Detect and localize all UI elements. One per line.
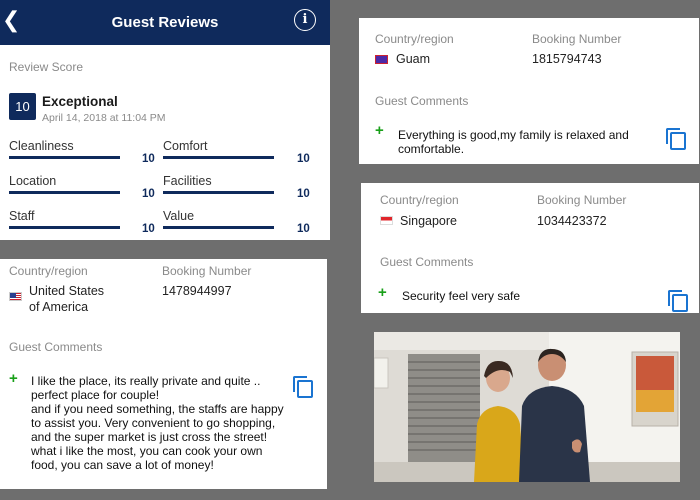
- country-value-line2: of America: [29, 300, 89, 314]
- booking-number: 1478944997: [162, 284, 232, 298]
- rating-text: Exceptional: [42, 94, 118, 109]
- country-value: Singapore: [400, 214, 457, 228]
- country-value: Guam: [396, 52, 431, 66]
- category-value: 10: [297, 223, 310, 235]
- comment-line: and the super market is just cross the s…: [31, 430, 268, 444]
- country-label: Country/region: [375, 32, 454, 46]
- category-bar: [163, 226, 274, 229]
- plus-icon: +: [9, 370, 18, 387]
- comment-line: Everything is good,my family is relaxed …: [398, 128, 629, 142]
- review-score-card: ❮ Guest Reviews i Review Score 10 Except…: [0, 0, 330, 240]
- comment-line: food, you can save a lot of money!: [31, 458, 214, 472]
- country-value: United States: [29, 284, 105, 298]
- category-bar: [163, 156, 274, 159]
- guest-photo: [374, 332, 680, 482]
- review-card-guam: Country/region Booking Number Guam 18157…: [359, 18, 699, 164]
- category-value: 10: [142, 153, 155, 165]
- category-value: 10: [297, 153, 310, 165]
- category-value: 10: [142, 223, 155, 235]
- guest-comment: Everything is good,my family is relaxed …: [398, 128, 629, 156]
- category-bar: [9, 226, 120, 229]
- review-date: April 14, 2018 at 11:04 PM: [42, 112, 166, 124]
- category-label: Staff: [9, 209, 35, 223]
- guest-comment: Security feel very safe: [402, 289, 520, 303]
- plus-icon: +: [375, 122, 384, 139]
- guest-comment: I like the place, its really private and…: [31, 374, 284, 472]
- category-label: Location: [9, 174, 57, 188]
- comment-line: comfortable.: [398, 142, 465, 156]
- copy-icon[interactable]: [293, 376, 313, 398]
- comment-line: what i like the most, you can cook your …: [31, 444, 263, 458]
- review-score-label: Review Score: [9, 60, 84, 74]
- comments-label: Guest Comments: [380, 255, 474, 269]
- guest-photo-illustration: [374, 332, 680, 482]
- category-value: 10: [297, 188, 310, 200]
- score-badge: 10: [9, 93, 36, 120]
- category-label: Cleanliness: [9, 139, 74, 153]
- booking-label: Booking Number: [537, 193, 627, 207]
- copy-icon[interactable]: [668, 290, 688, 312]
- booking-number: 1815794743: [532, 52, 602, 66]
- singapore-flag-icon: [380, 216, 393, 225]
- category-label: Value: [163, 209, 195, 223]
- category-label: Facilities: [163, 174, 212, 188]
- review-card-singapore: Country/region Booking Number Singapore …: [361, 183, 699, 313]
- comment-line: and if you need something, the staffs ar…: [31, 402, 284, 416]
- category-value: 10: [142, 188, 155, 200]
- booking-label: Booking Number: [162, 264, 252, 278]
- us-flag-icon: [9, 292, 22, 301]
- booking-label: Booking Number: [532, 32, 622, 46]
- comment-line: to assist you. Very convenient to go sho…: [31, 416, 276, 430]
- review-card-us: Country/region Booking Number United Sta…: [0, 259, 327, 489]
- guam-flag-icon: [375, 55, 388, 64]
- country-label: Country/region: [380, 193, 459, 207]
- comment-line: I like the place, its really private and…: [31, 374, 261, 388]
- country-label: Country/region: [9, 264, 88, 278]
- plus-icon: +: [378, 284, 387, 301]
- booking-number: 1034423372: [537, 214, 607, 228]
- category-label: Comfort: [163, 139, 208, 153]
- page-title: Guest Reviews: [111, 14, 219, 31]
- copy-icon[interactable]: [666, 128, 686, 150]
- comments-label: Guest Comments: [375, 94, 469, 108]
- comment-line: Security feel very safe: [402, 289, 521, 303]
- comment-line: perfect place for couple!: [31, 388, 160, 402]
- category-bar: [9, 156, 120, 159]
- app-header: ❮ Guest Reviews i: [0, 0, 330, 45]
- category-bar: [9, 191, 120, 194]
- category-bar: [163, 191, 274, 194]
- info-icon[interactable]: i: [294, 9, 316, 31]
- comments-label: Guest Comments: [9, 340, 103, 354]
